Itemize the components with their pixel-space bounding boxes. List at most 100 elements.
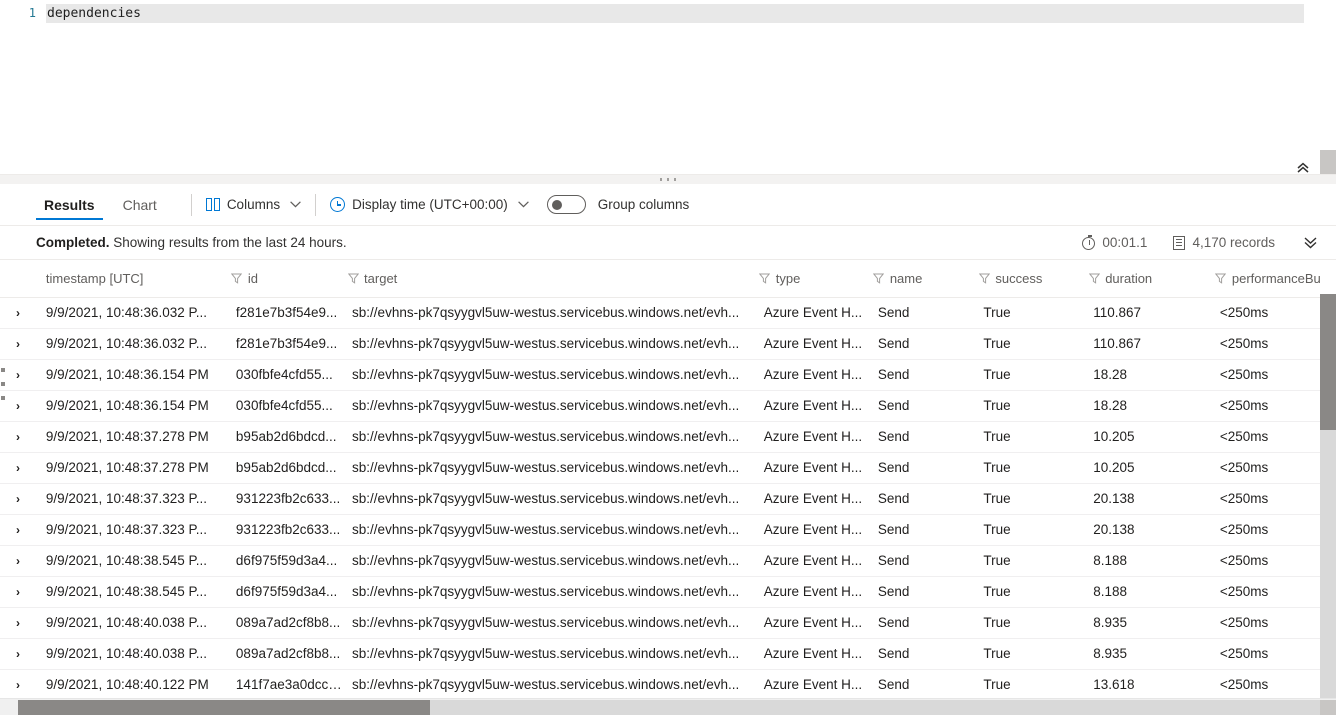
- table-row[interactable]: › 9/9/2021, 10:48:36.154 PM 030fbfe4cfd55.…: [0, 359, 1320, 391]
- cell-id: d6f975f59d3a4...: [225, 576, 343, 608]
- timer-icon: [1082, 234, 1096, 250]
- cell-duration: 18.28: [1083, 390, 1210, 422]
- query-editor-pane[interactable]: 1 dependencies: [0, 0, 1336, 170]
- cell-performance-bucket: <250ms: [1209, 452, 1320, 484]
- cell-timestamp: 9/9/2021, 10:48:37.278 PM: [35, 421, 226, 453]
- table-row[interactable]: › 9/9/2021, 10:48:37.278 PM b95ab2d6bdcd..…: [0, 421, 1320, 453]
- table-row[interactable]: › 9/9/2021, 10:48:36.154 PM 030fbfe4cfd55.…: [0, 390, 1320, 422]
- status-metrics: 00:01.1 4,170 records: [1056, 234, 1318, 250]
- header-performance-bucket[interactable]: performanceBucket: [1209, 260, 1320, 298]
- filter-icon-success[interactable]: [1083, 273, 1105, 284]
- header-timestamp[interactable]: timestamp [UTC]: [35, 260, 226, 298]
- record-count-stat: 4,170 records: [1173, 235, 1275, 250]
- cell-type: Azure Event H...: [753, 607, 868, 639]
- table-row[interactable]: › 9/9/2021, 10:48:38.545 P... d6f975f59d3a…: [0, 545, 1320, 577]
- splitter-dot: [0, 368, 5, 372]
- filter-icon-id[interactable]: [342, 273, 364, 284]
- cell-success: True: [973, 297, 1084, 329]
- vertical-scrollbar[interactable]: [1320, 294, 1336, 698]
- header-id[interactable]: id: [225, 260, 343, 298]
- header-duration[interactable]: duration: [1083, 260, 1210, 298]
- header-name[interactable]: name: [867, 260, 974, 298]
- cell-type: Azure Event H...: [753, 390, 868, 422]
- cell-type: Azure Event H...: [753, 483, 868, 515]
- left-pane-splitter-handle[interactable]: [0, 368, 5, 400]
- cell-name: Send: [867, 421, 974, 453]
- cell-type: Azure Event H...: [753, 638, 868, 670]
- cell-duration: 110.867: [1083, 328, 1210, 360]
- cell-performance-bucket: <250ms: [1209, 421, 1320, 453]
- row-expand-chevron-icon[interactable]: ›: [0, 576, 36, 608]
- row-expand-chevron-icon[interactable]: ›: [0, 328, 36, 360]
- horizontal-splitter[interactable]: [0, 174, 1336, 184]
- cell-target: sb://evhns-pk7qsyygvl5uw-westus.serviceb…: [342, 390, 754, 422]
- horizontal-scrollbar[interactable]: [0, 698, 1336, 715]
- cell-name: Send: [867, 483, 974, 515]
- table-row[interactable]: › 9/9/2021, 10:48:36.032 P... f281e7b3f54e…: [0, 328, 1320, 360]
- header-target-label: target: [364, 270, 398, 286]
- splitter-dot: [0, 396, 5, 400]
- header-success[interactable]: success: [973, 260, 1084, 298]
- tab-results-label: Results: [44, 196, 95, 213]
- editor-gutter: [0, 0, 4, 170]
- filter-icon-timestamp[interactable]: [226, 273, 248, 284]
- row-expand-chevron-icon[interactable]: ›: [0, 545, 36, 577]
- table-row[interactable]: › 9/9/2021, 10:48:38.545 P... d6f975f59d3a…: [0, 576, 1320, 608]
- row-expand-chevron-icon[interactable]: ›: [0, 390, 36, 422]
- editor-line-1[interactable]: 1 dependencies: [0, 3, 1336, 23]
- row-expand-chevron-icon[interactable]: ›: [0, 607, 36, 639]
- cell-timestamp: 9/9/2021, 10:48:40.122 PM: [35, 669, 226, 698]
- cell-duration: 10.205: [1083, 421, 1210, 453]
- columns-button[interactable]: Columns: [205, 197, 301, 212]
- editor-line-number: 1: [28, 6, 36, 20]
- header-type-label: type: [775, 270, 801, 286]
- results-grid[interactable]: timestamp [UTC] id target type name succ…: [0, 260, 1320, 698]
- expand-details-chevron-icon[interactable]: [1303, 236, 1318, 249]
- tab-results[interactable]: Results: [36, 184, 103, 226]
- row-expand-chevron-icon[interactable]: ›: [0, 514, 36, 546]
- table-row[interactable]: › 9/9/2021, 10:48:40.038 P... 089a7ad2cf8b…: [0, 607, 1320, 639]
- cell-duration: 10.205: [1083, 452, 1210, 484]
- table-row[interactable]: › 9/9/2021, 10:48:37.278 PM b95ab2d6bdcd..…: [0, 452, 1320, 484]
- cell-success: True: [973, 483, 1084, 515]
- cell-performance-bucket: <250ms: [1209, 545, 1320, 577]
- filter-icon-target[interactable]: [754, 273, 776, 284]
- filter-icon-duration[interactable]: [1210, 273, 1232, 284]
- table-row[interactable]: › 9/9/2021, 10:48:36.032 P... f281e7b3f54e…: [0, 297, 1320, 329]
- table-row[interactable]: › 9/9/2021, 10:48:37.323 P... 931223fb2c63…: [0, 514, 1320, 546]
- columns-icon: [205, 198, 220, 211]
- group-columns-toggle[interactable]: [546, 195, 586, 214]
- cell-target: sb://evhns-pk7qsyygvl5uw-westus.serviceb…: [342, 607, 754, 639]
- row-expand-chevron-icon[interactable]: ›: [0, 483, 36, 515]
- table-row[interactable]: › 9/9/2021, 10:48:37.323 P... 931223fb2c63…: [0, 483, 1320, 515]
- display-time-button[interactable]: Display time (UTC+00:00): [330, 197, 529, 212]
- table-row[interactable]: › 9/9/2021, 10:48:40.122 PM 141f7ae3a0dcc1…: [0, 669, 1320, 698]
- cell-type: Azure Event H...: [753, 514, 868, 546]
- horizontal-scrollbar-thumb[interactable]: [18, 700, 430, 715]
- row-expand-chevron-icon[interactable]: ›: [0, 421, 36, 453]
- filter-icon-name[interactable]: [973, 273, 995, 284]
- row-expand-chevron-icon[interactable]: ›: [0, 638, 36, 670]
- grip-dot: [674, 178, 676, 181]
- query-text[interactable]: dependencies: [46, 3, 1304, 23]
- cell-performance-bucket: <250ms: [1209, 669, 1320, 698]
- cell-duration: 13.618: [1083, 669, 1210, 698]
- table-row[interactable]: › 9/9/2021, 10:48:40.038 P... 089a7ad2cf8b…: [0, 638, 1320, 670]
- collapse-editor-chevron-icon[interactable]: [1292, 158, 1314, 180]
- cell-timestamp: 9/9/2021, 10:48:37.323 P...: [35, 514, 226, 546]
- horizontal-scrollbar-track[interactable]: [430, 700, 1320, 715]
- row-expand-chevron-icon[interactable]: ›: [0, 452, 36, 484]
- header-type[interactable]: type: [753, 260, 868, 298]
- row-expand-chevron-icon[interactable]: ›: [0, 297, 36, 329]
- row-expand-chevron-icon[interactable]: ›: [0, 669, 36, 698]
- cell-type: Azure Event H...: [753, 297, 868, 329]
- cell-id: 089a7ad2cf8b8...: [225, 638, 343, 670]
- toolbar-divider: [190, 193, 192, 216]
- vertical-scrollbar-thumb[interactable]: [1320, 294, 1336, 430]
- cell-name: Send: [867, 545, 974, 577]
- tab-chart[interactable]: Chart: [115, 184, 165, 226]
- header-target[interactable]: target: [342, 260, 754, 298]
- filter-icon-type[interactable]: [868, 273, 890, 284]
- cell-id: 931223fb2c633...: [225, 514, 343, 546]
- row-expand-chevron-icon[interactable]: ›: [0, 359, 36, 391]
